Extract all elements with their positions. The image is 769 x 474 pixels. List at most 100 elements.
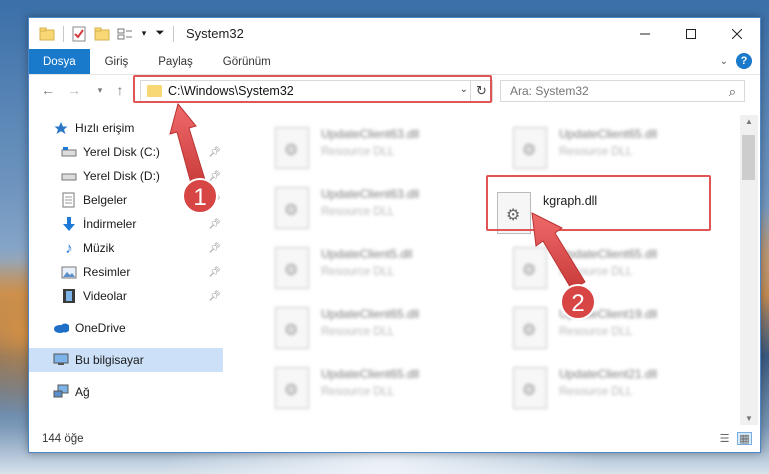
- sidebar-item-label: Yerel Disk (D:): [83, 169, 160, 183]
- computer-icon: [53, 352, 69, 368]
- sidebar-item-downloads[interactable]: İndirmeler 📌︎: [29, 212, 223, 236]
- vertical-scrollbar[interactable]: ▲ ▼: [740, 115, 758, 425]
- title-bar: ▾ ⏷ System32: [29, 18, 760, 49]
- maximize-icon: [686, 28, 696, 39]
- pin-icon[interactable]: 📌︎: [208, 267, 221, 278]
- customize-toolbar-icon[interactable]: ⏷: [154, 25, 166, 43]
- sidebar-item-quick-access[interactable]: Hızlı erişim: [29, 116, 223, 140]
- tab-share[interactable]: Paylaş: [143, 49, 208, 74]
- ribbon-right-controls: ⌄ ?: [720, 53, 752, 69]
- file-type: Resource DLL: [321, 266, 395, 278]
- sidebar-item-label: Bu bilgisayar: [75, 353, 144, 367]
- file-name: UpdateClient63.dll: [321, 187, 420, 201]
- sidebar-item-pictures[interactable]: Resimler 📌︎: [29, 260, 223, 284]
- address-highlight-box: [133, 75, 492, 103]
- file-item[interactable]: UpdateClient63.dll Resource DLL: [255, 125, 485, 177]
- file-item[interactable]: UpdateClient21.dll Resource DLL: [493, 365, 723, 417]
- cloud-icon: [53, 320, 69, 336]
- view-icon[interactable]: [116, 25, 134, 43]
- view-toggle: ☰ ▦: [712, 432, 752, 445]
- sidebar-item-documents[interactable]: Belgeler 📌︎: [29, 188, 223, 212]
- pin-icon[interactable]: 📌︎: [208, 219, 221, 230]
- pin-icon[interactable]: 📌︎: [208, 147, 221, 158]
- close-button[interactable]: [714, 18, 760, 49]
- dll-file-icon: [513, 367, 547, 409]
- file-item[interactable]: UpdateClient65.dll Resource DLL: [493, 245, 723, 297]
- maximize-button[interactable]: [668, 18, 714, 49]
- drive-icon: [61, 144, 77, 160]
- dll-file-icon: [275, 127, 309, 169]
- file-item[interactable]: UpdateClient65.dll Resource DLL: [493, 125, 723, 177]
- large-icons-view-icon[interactable]: ▦: [737, 432, 752, 445]
- sidebar-item-label: Resimler: [83, 265, 131, 279]
- dll-file-icon: [275, 247, 309, 289]
- sidebar-item-label: OneDrive: [75, 321, 126, 335]
- file-type: Resource DLL: [321, 386, 395, 398]
- scrollbar-thumb[interactable]: [742, 135, 755, 180]
- sidebar-item-this-pc[interactable]: Bu bilgisayar: [29, 348, 223, 372]
- item-count: 144 öğe: [42, 433, 84, 445]
- sidebar-item-local-disk-c[interactable]: Yerel Disk (C:) 📌︎: [29, 140, 223, 164]
- up-arrow-icon[interactable]: ↑: [111, 82, 129, 98]
- sidebar-item-local-disk-d[interactable]: Yerel Disk (D:) 📌︎: [29, 164, 223, 188]
- tab-home[interactable]: Giriş: [90, 49, 144, 74]
- file-item[interactable]: UpdateClient65.dll Resource DLL: [255, 305, 485, 357]
- dll-file-icon: [275, 187, 309, 229]
- tab-view[interactable]: Görünüm: [208, 49, 286, 74]
- pin-icon[interactable]: 📌︎: [208, 243, 221, 254]
- file-type: Resource DLL: [559, 326, 633, 338]
- minimize-button[interactable]: [622, 18, 668, 49]
- expand-ribbon-icon[interactable]: ⌄: [720, 56, 728, 67]
- properties-icon[interactable]: [70, 25, 88, 43]
- sidebar-item-label: Videolar: [83, 289, 127, 303]
- file-name: UpdateClient5.dll: [321, 247, 413, 261]
- download-icon: [61, 216, 77, 232]
- dll-file-icon: [513, 127, 547, 169]
- ribbon-tabs: Dosya Giriş Paylaş Görünüm ⌄ ?: [29, 49, 760, 75]
- pin-icon[interactable]: 📌︎: [208, 171, 221, 182]
- help-icon[interactable]: ?: [736, 53, 752, 69]
- minimize-icon: [640, 33, 650, 34]
- file-type: Resource DLL: [559, 146, 633, 158]
- toolbar-divider: [63, 25, 64, 42]
- tab-file[interactable]: Dosya: [29, 49, 90, 74]
- sidebar-item-music[interactable]: ♪ Müzik 📌︎: [29, 236, 223, 260]
- file-type: Resource DLL: [321, 206, 395, 218]
- chevron-down-icon[interactable]: ▾: [139, 25, 149, 43]
- folder-icon: [38, 25, 56, 43]
- sidebar-item-network[interactable]: Ağ: [29, 380, 223, 404]
- sidebar-item-label: Müzik: [83, 241, 115, 255]
- file-item[interactable]: UpdateClient19.dll Resource DLL: [493, 305, 723, 357]
- details-view-icon[interactable]: ☰: [717, 432, 732, 445]
- window-title: System32: [186, 26, 244, 41]
- sidebar-item-label: Yerel Disk (C:): [83, 145, 160, 159]
- recent-locations-icon[interactable]: ▾: [91, 85, 109, 96]
- scroll-up-icon[interactable]: ▲: [740, 117, 758, 126]
- file-name: UpdateClient19.dll: [559, 307, 658, 321]
- back-arrow-icon[interactable]: ←: [39, 82, 57, 98]
- file-item[interactable]: UpdateClient63.dll Resource DLL: [255, 185, 485, 237]
- sidebar-item-onedrive[interactable]: OneDrive: [29, 316, 223, 340]
- file-type: Resource DLL: [559, 386, 633, 398]
- scroll-down-icon[interactable]: ▼: [740, 414, 758, 423]
- window-controls: [622, 18, 760, 49]
- pin-icon[interactable]: 📌︎: [208, 195, 221, 206]
- search-icon[interactable]: ⌕: [729, 84, 736, 100]
- file-item[interactable]: UpdateClient65.dll Resource DLL: [255, 365, 485, 417]
- music-icon: ♪: [65, 239, 73, 257]
- file-highlight-box: [486, 175, 711, 231]
- pin-icon[interactable]: 📌︎: [208, 291, 221, 302]
- videos-icon: [61, 288, 77, 304]
- drive-icon: [61, 168, 77, 184]
- file-type: Resource DLL: [321, 326, 395, 338]
- new-folder-icon[interactable]: [93, 25, 111, 43]
- file-name: UpdateClient65.dll: [559, 247, 658, 261]
- search-input[interactable]: [510, 84, 710, 98]
- sidebar-item-videos[interactable]: Videolar 📌︎: [29, 284, 223, 308]
- documents-icon: [61, 192, 77, 208]
- file-name: UpdateClient65.dll: [559, 127, 658, 141]
- forward-arrow-icon[interactable]: →: [65, 82, 83, 98]
- file-item[interactable]: UpdateClient5.dll Resource DLL: [255, 245, 485, 297]
- search-box[interactable]: ⌕: [500, 80, 745, 102]
- quick-access-toolbar: ▾ ⏷: [29, 18, 180, 49]
